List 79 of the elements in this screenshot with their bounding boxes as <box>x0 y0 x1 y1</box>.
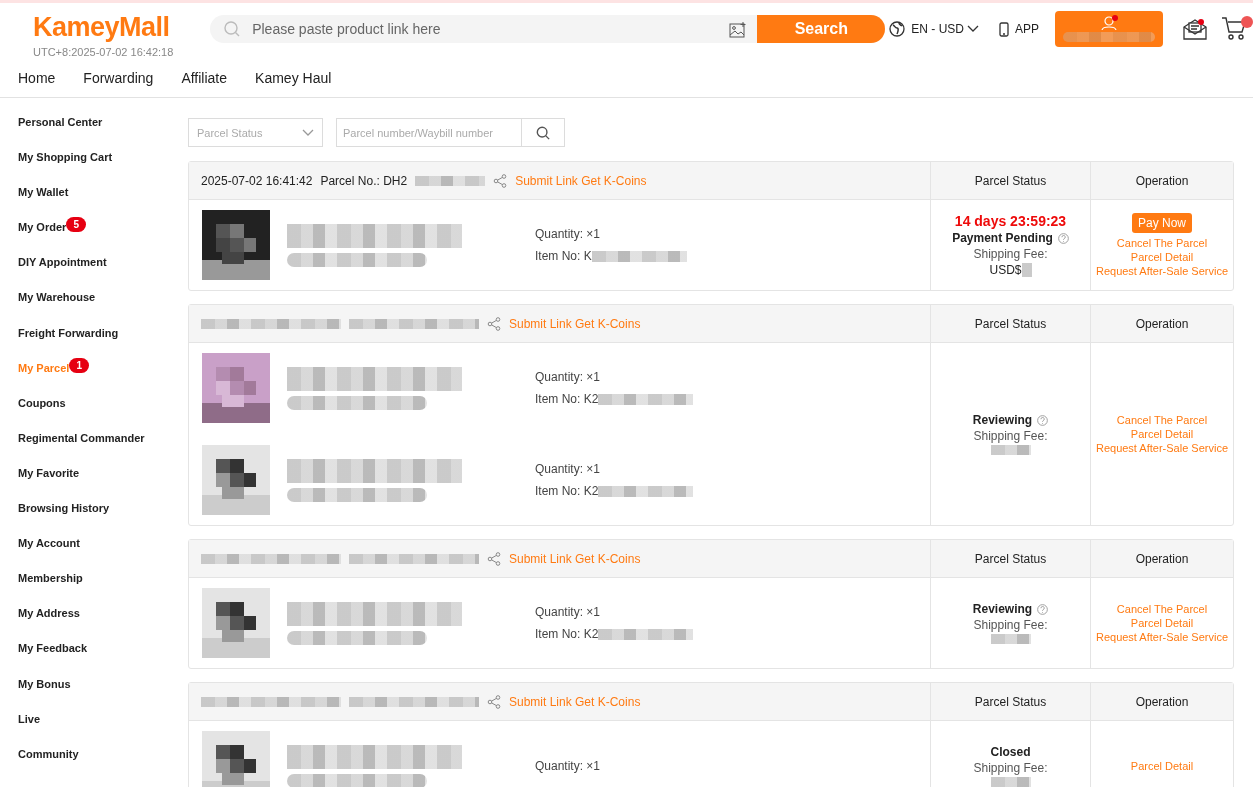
sidebar-item[interactable]: My Bonus <box>18 677 71 713</box>
status-text: Reviewing <box>972 413 1033 427</box>
quantity-text: Quantity: ×1 <box>535 759 601 773</box>
parcel-number-field[interactable]: Parcel number/Waybill number <box>336 118 522 147</box>
cart-icon[interactable] <box>1221 16 1253 42</box>
parcel-number: Parcel No.: DH2 <box>320 173 408 188</box>
sidebar-item[interactable]: My Order <box>18 221 67 257</box>
fee-label: Shipping Fee: <box>973 429 1048 443</box>
column-header: Parcel Status <box>930 683 1090 720</box>
blurred-text <box>990 634 1031 644</box>
item-number: Item No: K <box>535 249 592 263</box>
mail-icon[interactable] <box>1183 18 1207 40</box>
nav-link[interactable]: Home <box>18 70 56 86</box>
sidebar-item[interactable]: My Shopping Cart <box>18 151 113 187</box>
item-number: Item No: K2 <box>535 484 599 498</box>
fee-label: Shipping Fee: <box>973 247 1048 261</box>
sidebar-item[interactable]: Personal Center <box>18 116 103 152</box>
quantity-text: Quantity: ×1 <box>535 605 602 619</box>
fee-label: Shipping Fee: <box>973 761 1048 775</box>
status-text: Closed <box>990 745 1031 759</box>
column-header: Operation <box>1090 305 1233 342</box>
sidebar-item[interactable]: My Favorite <box>18 466 80 503</box>
item-number: Item No: K2 <box>535 392 599 406</box>
sidebar-item[interactable]: Coupons <box>18 396 66 432</box>
quantity-text: Quantity: ×1 <box>535 370 602 384</box>
user-icon <box>1101 16 1117 30</box>
column-header: Operation <box>1090 540 1233 577</box>
help-icon[interactable] <box>1057 232 1069 244</box>
search-icon <box>536 125 550 140</box>
quantity-text: Quantity: ×1 <box>535 462 602 476</box>
help-icon[interactable] <box>1037 603 1049 615</box>
blurred-text <box>990 777 1031 787</box>
share-icon[interactable] <box>487 316 501 331</box>
item-number: Item No: K2 <box>535 627 599 641</box>
count-badge: 5 <box>66 217 87 233</box>
sidebar-item[interactable]: Live <box>18 712 40 748</box>
chevron-down-icon <box>302 128 314 137</box>
sidebar-item[interactable]: My Warehouse <box>18 291 96 327</box>
chevron-down-icon <box>967 25 979 33</box>
sidebar-item[interactable]: My Account <box>18 537 80 573</box>
column-header: Operation <box>1090 683 1233 720</box>
share-icon[interactable] <box>487 551 501 566</box>
nav-link[interactable]: Forwarding <box>83 70 154 86</box>
image-upload-icon[interactable] <box>729 20 748 38</box>
blurred-text <box>990 445 1031 455</box>
share-icon[interactable] <box>487 694 501 709</box>
clock-text: UTC+8:2025-07-02 16:42:18 <box>33 46 175 58</box>
count-badge: 1 <box>69 357 90 373</box>
sidebar-item[interactable]: Regimental Commander <box>18 431 145 467</box>
search-button[interactable] <box>522 118 565 147</box>
sidebar-item[interactable]: My Wallet <box>18 186 69 222</box>
language-selector[interactable]: EN - USD <box>911 22 979 36</box>
sidebar-item[interactable]: Browsing History <box>18 502 110 538</box>
sidebar-item[interactable]: My Feedback <box>18 642 88 678</box>
quantity-text: Quantity: ×1 <box>535 227 602 241</box>
sidebar-item[interactable]: Community <box>18 747 79 783</box>
blurred-text <box>415 175 486 186</box>
countdown-text: 14 days 23:59:23 <box>954 213 1067 229</box>
nav-link[interactable]: Affiliate <box>181 70 228 86</box>
column-header: Parcel Status <box>930 305 1090 342</box>
column-header: Parcel Status <box>930 162 1090 199</box>
blurred-text <box>1021 263 1032 277</box>
status-text: Payment Pending <box>952 231 1053 245</box>
fee-value: USD$ <box>989 263 1022 277</box>
fee-label: Shipping Fee: <box>973 618 1048 632</box>
parcel-date: 2025-07-02 16:41:42 <box>201 173 313 188</box>
sidebar-item[interactable]: My Address <box>18 607 80 643</box>
sidebar-item[interactable]: DIY Appointment <box>18 256 107 292</box>
search-icon <box>224 21 241 37</box>
globe-icon <box>889 21 906 37</box>
sidebar-item[interactable]: Membership <box>18 572 83 608</box>
phone-icon <box>999 21 1009 37</box>
share-icon[interactable] <box>493 173 508 188</box>
help-icon[interactable] <box>1037 414 1049 426</box>
app-link[interactable]: APP <box>1015 22 1039 36</box>
status-text: Reviewing <box>972 602 1033 616</box>
nav-link[interactable]: Kamey Haul <box>255 70 332 86</box>
column-header: Parcel Status <box>930 540 1090 577</box>
column-header: Operation <box>1090 162 1233 199</box>
